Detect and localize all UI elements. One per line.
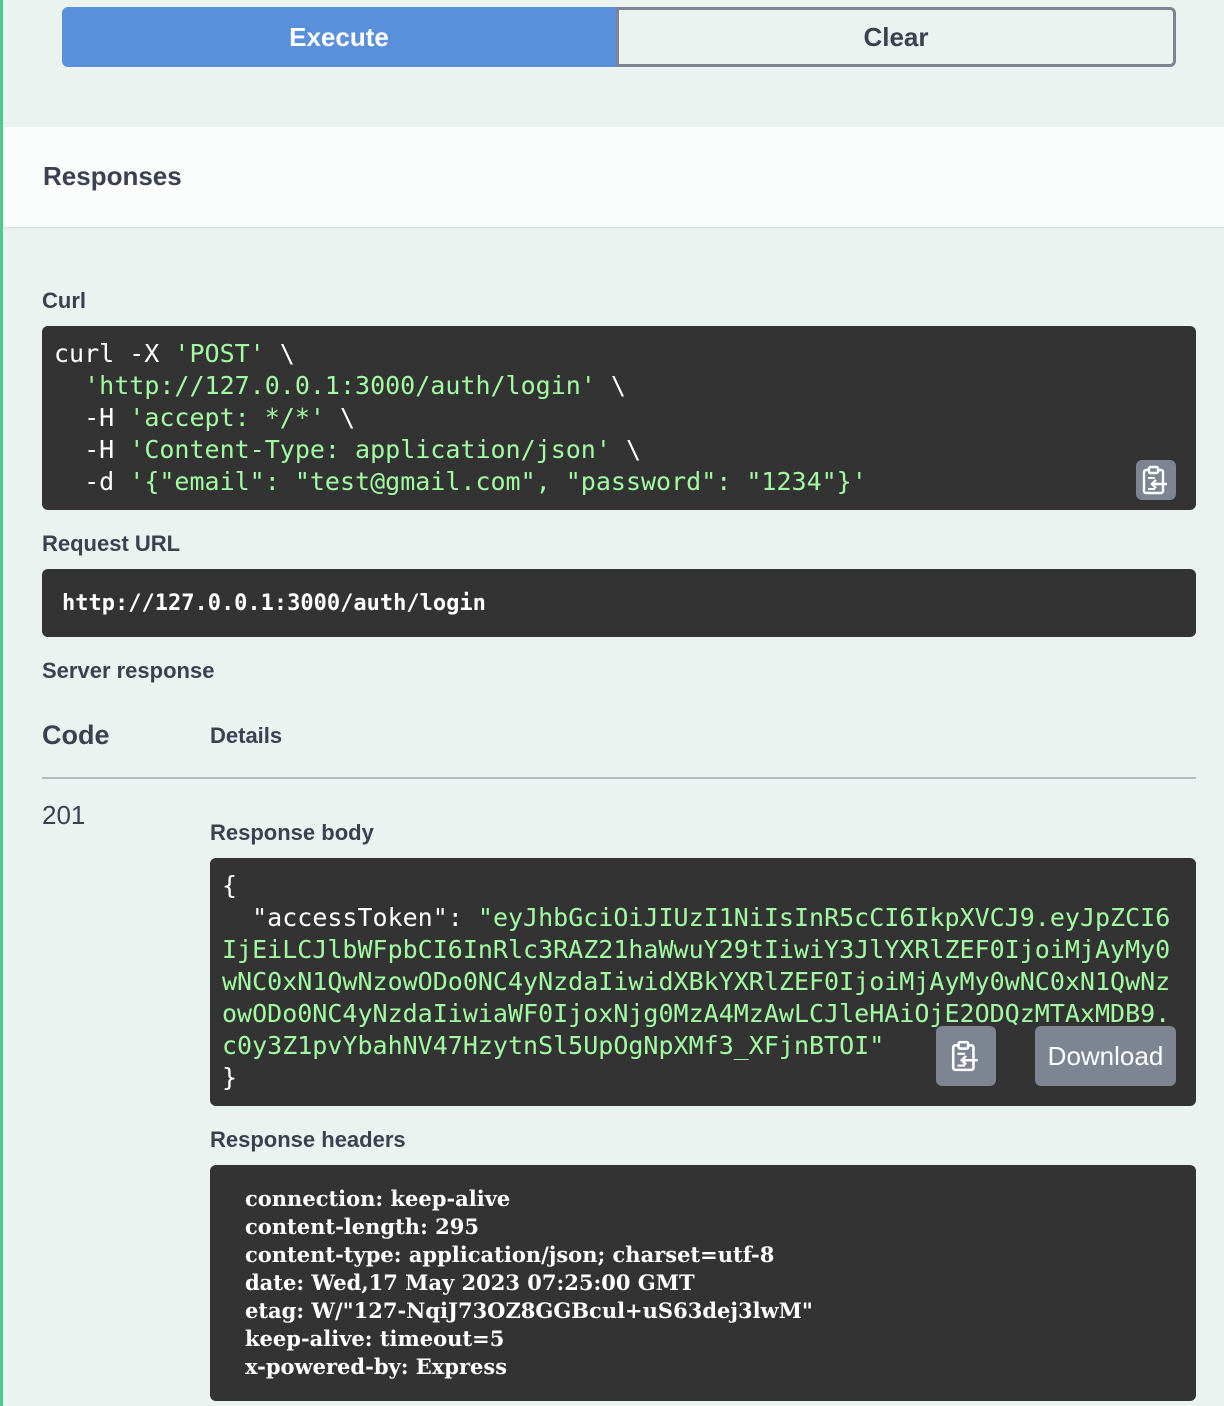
response-header-line: keep-alive: timeout=5: [245, 1326, 505, 1351]
copy-response-body-button[interactable]: [936, 1026, 996, 1086]
execute-wrapper: Execute Clear: [62, 7, 1176, 67]
clipboard-copy-icon: [1142, 465, 1167, 495]
response-headers-block[interactable]: connection: keep-alive content-length: 2…: [210, 1165, 1196, 1401]
request-url-label: Request URL: [42, 531, 181, 556]
response-header-line: connection: keep-alive: [245, 1186, 511, 1211]
column-header-details: Details: [210, 723, 283, 748]
column-header-code: Code: [42, 720, 110, 750]
request-url-block[interactable]: http://127.0.0.1:3000/auth/login: [42, 569, 1196, 637]
response-status-code: 201: [42, 800, 86, 830]
clipboard-copy-icon: [951, 1040, 978, 1072]
responses-header: Responses: [3, 127, 1224, 227]
curl-command-block[interactable]: curl -X 'POST' \ 'http://127.0.0.1:3000/…: [42, 326, 1196, 510]
execute-button[interactable]: Execute: [62, 7, 616, 67]
table-header-divider: [42, 777, 1196, 779]
copy-curl-button[interactable]: [1136, 460, 1176, 500]
request-url-value: http://127.0.0.1:3000/auth/login: [62, 590, 486, 616]
response-header-line: content-type: application/json; charset=…: [245, 1242, 775, 1267]
response-headers-label: Response headers: [210, 1127, 406, 1152]
download-button[interactable]: Download: [1035, 1026, 1176, 1086]
response-header-line: content-length: 295: [245, 1214, 479, 1239]
response-header-line: etag: W/"127-NqiJ73OZ8GGBcul+uS63dej3lwM…: [245, 1298, 813, 1323]
response-body-label: Response body: [210, 820, 374, 845]
responses-title: Responses: [43, 161, 182, 191]
curl-command: curl -X 'POST' \ 'http://127.0.0.1:3000/…: [54, 339, 867, 496]
response-header-line: date: Wed,17 May 2023 07:25:00 GMT: [245, 1270, 695, 1295]
server-response-label: Server response: [42, 658, 215, 683]
clear-button[interactable]: Clear: [616, 7, 1176, 67]
response-header-line: x-powered-by: Express: [245, 1354, 508, 1379]
curl-label: Curl: [42, 288, 86, 313]
